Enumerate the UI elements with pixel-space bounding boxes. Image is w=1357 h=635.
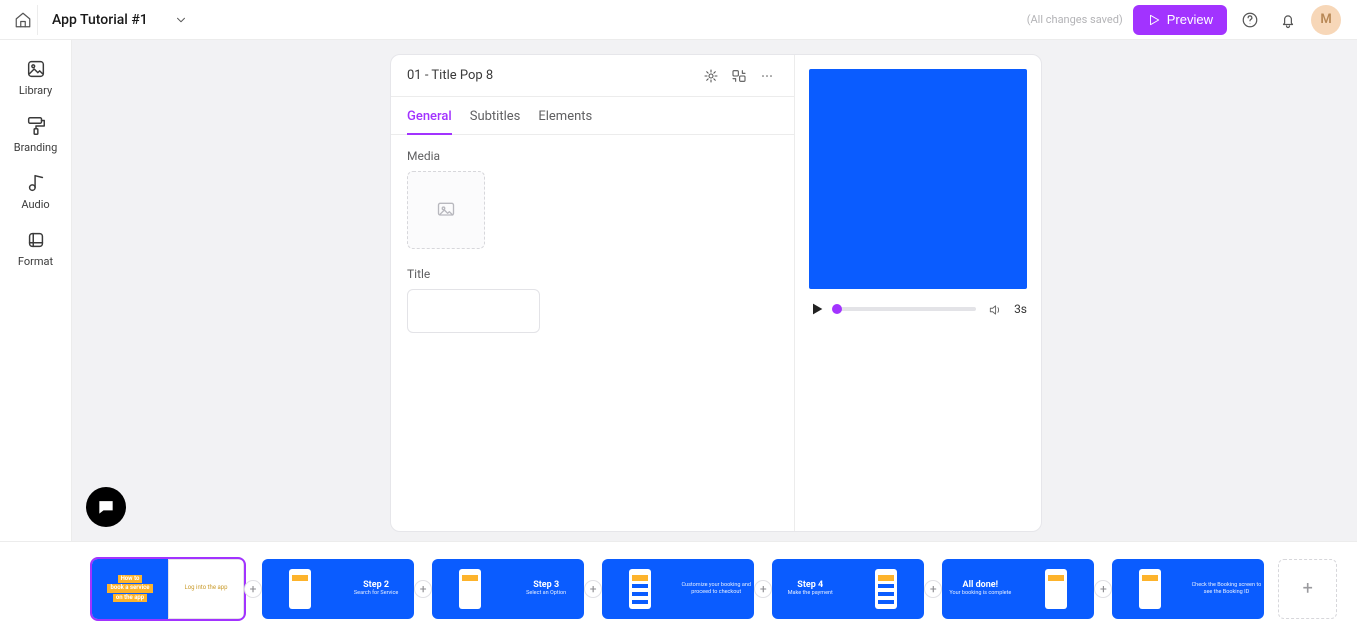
add-scene-between[interactable]: + xyxy=(244,580,262,598)
scene-thumbnail: Check the Booking screen to see the Book… xyxy=(1188,559,1264,619)
home-button[interactable] xyxy=(8,5,38,35)
scene-thumbnail xyxy=(602,559,678,619)
sidebar-item-label: Audio xyxy=(21,198,49,211)
timeline-scene[interactable]: Step 3Select an Option xyxy=(432,559,584,619)
add-scene-between[interactable]: + xyxy=(414,580,432,598)
title-field-label: Title xyxy=(407,267,778,281)
scene-thumbnail xyxy=(432,559,508,619)
play-icon xyxy=(809,301,825,317)
scene-title: 01 - Title Pop 8 xyxy=(407,68,694,83)
timeline-scene[interactable]: Step 2Search for Service xyxy=(262,559,414,619)
scene-thumbnail xyxy=(848,559,924,619)
sidebar-item-label: Library xyxy=(19,84,52,97)
tab-general[interactable]: General xyxy=(407,109,452,134)
timeline-scene[interactable]: Customize your booking and proceed to ch… xyxy=(602,559,754,619)
play-button[interactable] xyxy=(809,301,825,317)
image-stack-icon xyxy=(25,58,47,80)
scene-thumbnail: Step 2Search for Service xyxy=(338,559,414,619)
project-title[interactable]: App Tutorial #1 xyxy=(52,12,148,28)
sidebar-item-label: Format xyxy=(18,255,53,268)
timeline-scene[interactable]: All done!Your booking is complete xyxy=(942,559,1094,619)
volume-button[interactable] xyxy=(988,302,1002,316)
speaker-icon xyxy=(988,303,1002,317)
sidebar-item-format[interactable]: Format xyxy=(6,229,66,268)
image-placeholder-icon xyxy=(436,200,456,220)
scene-thumbnail xyxy=(1018,559,1094,619)
scene-editor-card: 01 - Title Pop 8 General Subtit xyxy=(390,54,1042,532)
add-scene-between[interactable]: + xyxy=(1094,580,1112,598)
title-input[interactable] xyxy=(407,289,540,333)
help-button[interactable] xyxy=(1235,5,1265,35)
preview-button[interactable]: Preview xyxy=(1133,5,1227,35)
preview-button-label: Preview xyxy=(1167,12,1213,27)
more-horizontal-icon xyxy=(759,68,775,84)
bell-icon xyxy=(1279,11,1297,29)
add-scene-between[interactable]: + xyxy=(754,580,772,598)
timeline: How tobook a serviceon the appLog into t… xyxy=(0,541,1357,635)
media-field-label: Media xyxy=(407,149,778,163)
layout-icon xyxy=(731,68,747,84)
scene-thumbnail: Step 3Select an Option xyxy=(508,559,584,619)
progress-track[interactable] xyxy=(837,307,976,311)
save-status: (All changes saved) xyxy=(1027,13,1123,26)
notifications-button[interactable] xyxy=(1273,5,1303,35)
chat-icon xyxy=(96,497,116,517)
add-scene-between[interactable]: + xyxy=(584,580,602,598)
gear-icon xyxy=(703,68,719,84)
add-scene-button[interactable]: + xyxy=(1278,559,1337,619)
duration-label: 3s xyxy=(1014,302,1027,316)
paint-roller-icon xyxy=(25,115,47,137)
timeline-scene[interactable]: How tobook a serviceon the appLog into t… xyxy=(92,559,244,619)
layout-switch-button[interactable] xyxy=(728,65,750,87)
scene-more-button[interactable] xyxy=(756,65,778,87)
home-icon xyxy=(14,11,32,29)
user-avatar[interactable]: M xyxy=(1311,5,1341,35)
preview-player: 3s xyxy=(809,301,1027,317)
chevron-down-icon xyxy=(174,13,188,27)
music-note-icon xyxy=(25,172,47,194)
timeline-scene[interactable]: Step 4Make the payment xyxy=(772,559,924,619)
scene-settings-button[interactable] xyxy=(700,65,722,87)
play-icon xyxy=(1147,13,1161,27)
add-scene-between[interactable]: + xyxy=(924,580,942,598)
sidebar-item-audio[interactable]: Audio xyxy=(6,172,66,211)
scene-thumbnail: Log into the app xyxy=(168,559,244,619)
sidebar-item-library[interactable]: Library xyxy=(6,58,66,97)
tab-subtitles[interactable]: Subtitles xyxy=(470,109,521,134)
help-icon xyxy=(1241,11,1259,29)
scene-thumbnail: Customize your booking and proceed to ch… xyxy=(678,559,754,619)
media-upload-box[interactable] xyxy=(407,171,485,249)
scene-thumbnail xyxy=(262,559,338,619)
crop-icon xyxy=(25,229,47,251)
chat-fab[interactable] xyxy=(86,487,126,527)
tab-elements[interactable]: Elements xyxy=(538,109,592,134)
sidebar-item-branding[interactable]: Branding xyxy=(6,115,66,154)
progress-handle[interactable] xyxy=(832,304,842,314)
scene-thumbnail: Step 4Make the payment xyxy=(772,559,848,619)
sidebar-item-label: Branding xyxy=(14,141,58,154)
scene-thumbnail: All done!Your booking is complete xyxy=(942,559,1018,619)
scene-thumbnail xyxy=(1112,559,1188,619)
project-dropdown[interactable] xyxy=(166,5,196,35)
scene-thumbnail: How tobook a serviceon the app xyxy=(92,559,168,619)
timeline-scene[interactable]: Check the Booking screen to see the Book… xyxy=(1112,559,1264,619)
scene-preview xyxy=(809,69,1027,289)
